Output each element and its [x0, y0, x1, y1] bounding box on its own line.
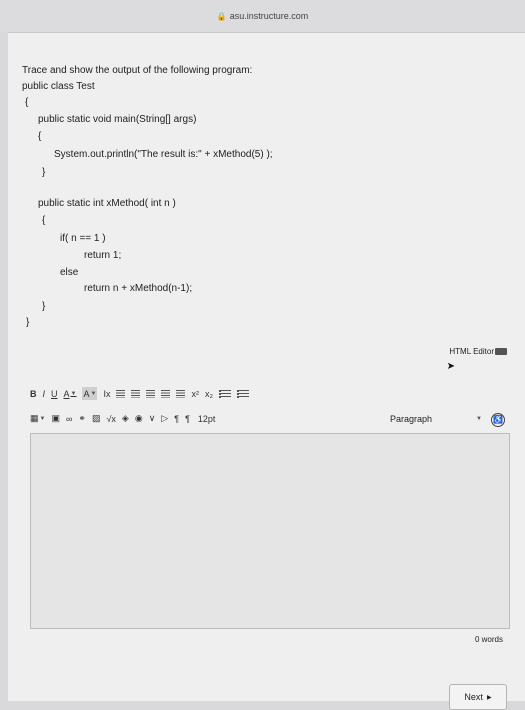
lock-icon: 🔒 [216, 11, 227, 21]
question-line: { [25, 97, 29, 108]
italic-button[interactable]: I [43, 387, 46, 400]
chevron-down-icon: ▼ [39, 415, 46, 422]
outdent-button[interactable] [176, 387, 186, 400]
bold-button[interactable]: B [30, 387, 37, 400]
text-color-button[interactable]: A ▼ [64, 387, 77, 400]
apps-button[interactable]: ◈ [122, 412, 129, 425]
v-icon: ∨ [148, 413, 156, 423]
next-button[interactable]: Next ▶ [449, 684, 507, 710]
media-button[interactable]: ▣ [51, 412, 60, 425]
mouse-cursor-icon: ➤ [446, 361, 455, 372]
align-center-icon [131, 389, 141, 398]
rich-text-input[interactable] [30, 433, 510, 629]
question-line: return n + xMethod(n-1); [84, 283, 193, 294]
clear-formatting-button[interactable]: Ix [103, 387, 110, 400]
question-line: } [42, 301, 46, 312]
paragraph-select[interactable]: Paragraph [390, 414, 432, 424]
editor-toolbar-row-1: B I U A ▼ A ▼ Ix x² x₂ [30, 387, 255, 400]
question-line: else [60, 267, 79, 278]
font-size-select[interactable]: 12pt [198, 412, 216, 425]
chevron-down-icon: ▼ [476, 416, 482, 422]
outdent-icon [176, 389, 186, 398]
square-root-icon: √x [106, 413, 116, 424]
video-button[interactable]: ▷ [161, 412, 168, 425]
question-line: public static int xMethod( int n ) [38, 198, 176, 209]
question-line: public static void main(String[] args) [38, 114, 197, 125]
link-icon: ∞ [65, 413, 73, 424]
vimeo-button[interactable]: ∨ [149, 412, 156, 425]
bg-color-label: A [83, 388, 90, 399]
play-icon: ▷ [161, 413, 169, 423]
subscript-button[interactable]: x₂ [205, 387, 213, 400]
embed-button[interactable]: ◉ [135, 412, 143, 425]
url-text: asu.instructure.com [229, 11, 309, 21]
table-button[interactable]: ▦ ▼ [30, 412, 45, 425]
editor-toolbar-row-2: ▦ ▼ ▣ ∞ ⚭ ▨ √x ◈ ◉ ∨ ▷ ¶ ¶ 12pt [30, 412, 221, 425]
question-line: return 1; [84, 250, 122, 261]
media-icon: ▣ [51, 413, 60, 423]
question-line: { [42, 215, 46, 226]
align-left-icon [116, 389, 126, 398]
question-line: System.out.println("The result is:" + xM… [54, 149, 273, 160]
indent-icon [161, 389, 171, 398]
chevron-down-icon: ▼ [70, 390, 77, 397]
text-color-label: A [63, 388, 70, 399]
underline-button[interactable]: U [51, 387, 58, 400]
layers-icon: ◈ [121, 413, 129, 423]
next-label: Next [464, 692, 483, 702]
question-line: } [42, 167, 46, 178]
question-line: Trace and show the output of the followi… [22, 65, 253, 76]
chevron-down-icon: ▼ [90, 390, 97, 397]
ltr-button[interactable]: ¶ [174, 412, 179, 425]
unlink-button[interactable]: ⚭ [78, 412, 86, 425]
numbered-list-button[interactable] [236, 387, 249, 400]
html-editor-link[interactable]: HTML Editor [449, 347, 507, 356]
embed-icon: ◉ [134, 413, 143, 423]
browser-url-bar[interactable]: 🔒 asu.instructure.com [0, 0, 525, 32]
background-color-button[interactable]: A ▼ [82, 387, 98, 400]
question-line: { [38, 131, 42, 142]
align-right-button[interactable] [146, 387, 156, 400]
table-icon: ▦ [30, 413, 39, 423]
numbered-list-icon [236, 389, 249, 398]
link-button[interactable]: ∞ [66, 412, 72, 425]
align-center-button[interactable] [131, 387, 141, 400]
keyboard-icon [495, 348, 507, 355]
image-icon: ▨ [91, 413, 101, 423]
align-left-button[interactable] [116, 387, 126, 400]
image-button[interactable]: ▨ [92, 412, 101, 425]
html-editor-label: HTML Editor [449, 347, 494, 356]
question-line: } [26, 317, 30, 328]
quiz-page: Trace and show the output of the followi… [8, 32, 525, 710]
align-right-icon [146, 389, 156, 398]
unlink-icon: ⚭ [78, 413, 86, 423]
word-count: 0 words [474, 635, 503, 644]
bullet-list-icon [218, 389, 231, 398]
math-equation-button[interactable]: √x [106, 412, 115, 425]
indent-button[interactable] [161, 387, 171, 400]
question-line: if( n == 1 ) [60, 233, 106, 244]
rtl-button[interactable]: ¶ [185, 412, 190, 425]
question-line: public class Test [22, 81, 95, 92]
bullet-list-button[interactable] [218, 387, 231, 400]
superscript-button[interactable]: x² [191, 387, 199, 400]
accessibility-icon[interactable]: ♿ [491, 413, 505, 427]
caret-right-icon: ▶ [486, 694, 492, 701]
